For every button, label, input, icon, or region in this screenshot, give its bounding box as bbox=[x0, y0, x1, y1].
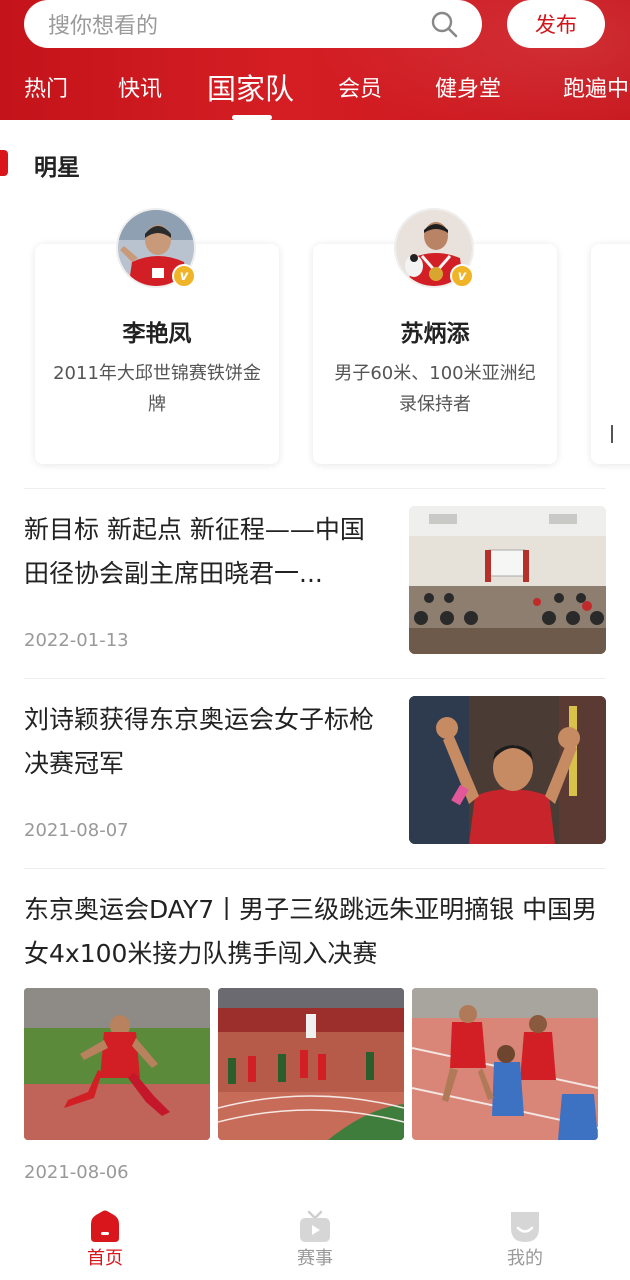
tv-icon bbox=[300, 1210, 330, 1242]
nav-item-events[interactable]: 赛事 bbox=[255, 1196, 375, 1280]
profile-icon bbox=[511, 1212, 539, 1242]
tab-national-team[interactable]: 国家队 bbox=[207, 62, 294, 112]
news-thumbnail[interactable] bbox=[409, 506, 606, 654]
news-title[interactable]: 东京奥运会DAY7丨男子三级跳远朱亚明摘银 中国男女4x100米接力队携手闯入决… bbox=[24, 888, 606, 976]
tab-membership[interactable]: 会员 bbox=[338, 62, 382, 112]
divider bbox=[24, 868, 606, 869]
star-description: 2011年大邱世锦赛铁饼金牌 bbox=[53, 363, 261, 415]
star-name: 李艳凤 bbox=[122, 321, 192, 347]
star-description: 男子60米、100米亚洲纪录保持者 bbox=[334, 363, 536, 415]
nav-label: 首页 bbox=[87, 1248, 123, 1269]
news-date: 2022-01-13 bbox=[24, 630, 129, 651]
news-thumbnail[interactable] bbox=[409, 696, 606, 844]
publish-button[interactable]: 发布 bbox=[507, 0, 605, 48]
divider bbox=[24, 678, 606, 679]
search-icon[interactable] bbox=[430, 10, 458, 38]
tab-hot[interactable]: 热门 bbox=[24, 62, 68, 112]
star-card-partial-text bbox=[611, 425, 613, 443]
section-title: 明星 bbox=[34, 155, 80, 181]
news-date: 2021-08-06 bbox=[24, 1162, 129, 1183]
news-title[interactable]: 刘诗颖获得东京奥运会女子标枪决赛冠军 bbox=[24, 698, 394, 786]
nav-label: 我的 bbox=[507, 1248, 543, 1269]
tab-fitness-hall[interactable]: 健身堂 bbox=[435, 62, 501, 112]
verified-badge-icon: v bbox=[172, 264, 196, 288]
bottom-nav: 首页 赛事 我的 bbox=[0, 1196, 630, 1280]
tab-news-flash[interactable]: 快讯 bbox=[118, 62, 162, 112]
active-tab-indicator bbox=[232, 115, 272, 120]
news-image[interactable] bbox=[218, 988, 404, 1140]
news-image[interactable] bbox=[24, 988, 210, 1140]
channel-tabs: 热门 快讯 国家队 会员 健身堂 跑遍中 bbox=[0, 62, 630, 120]
news-title[interactable]: 新目标 新起点 新征程——中国田径协会副主席田晓君一... bbox=[24, 508, 389, 596]
header-bar: 搜你想看的 发布 热门 快讯 国家队 会员 健身堂 跑遍中 bbox=[0, 0, 630, 120]
verified-badge-icon: v bbox=[450, 264, 474, 288]
search-placeholder: 搜你想看的 bbox=[48, 14, 159, 39]
nav-label: 赛事 bbox=[297, 1248, 333, 1269]
divider bbox=[24, 488, 606, 489]
home-icon bbox=[91, 1210, 119, 1242]
nav-item-profile[interactable]: 我的 bbox=[465, 1196, 585, 1280]
search-input[interactable]: 搜你想看的 bbox=[24, 0, 482, 48]
nav-item-home[interactable]: 首页 bbox=[45, 1196, 165, 1280]
section-accent-bar bbox=[0, 150, 8, 176]
news-date: 2021-08-07 bbox=[24, 820, 129, 841]
news-image[interactable] bbox=[412, 988, 598, 1140]
tab-run-china[interactable]: 跑遍中 bbox=[563, 62, 629, 112]
star-name: 苏炳添 bbox=[400, 321, 470, 347]
